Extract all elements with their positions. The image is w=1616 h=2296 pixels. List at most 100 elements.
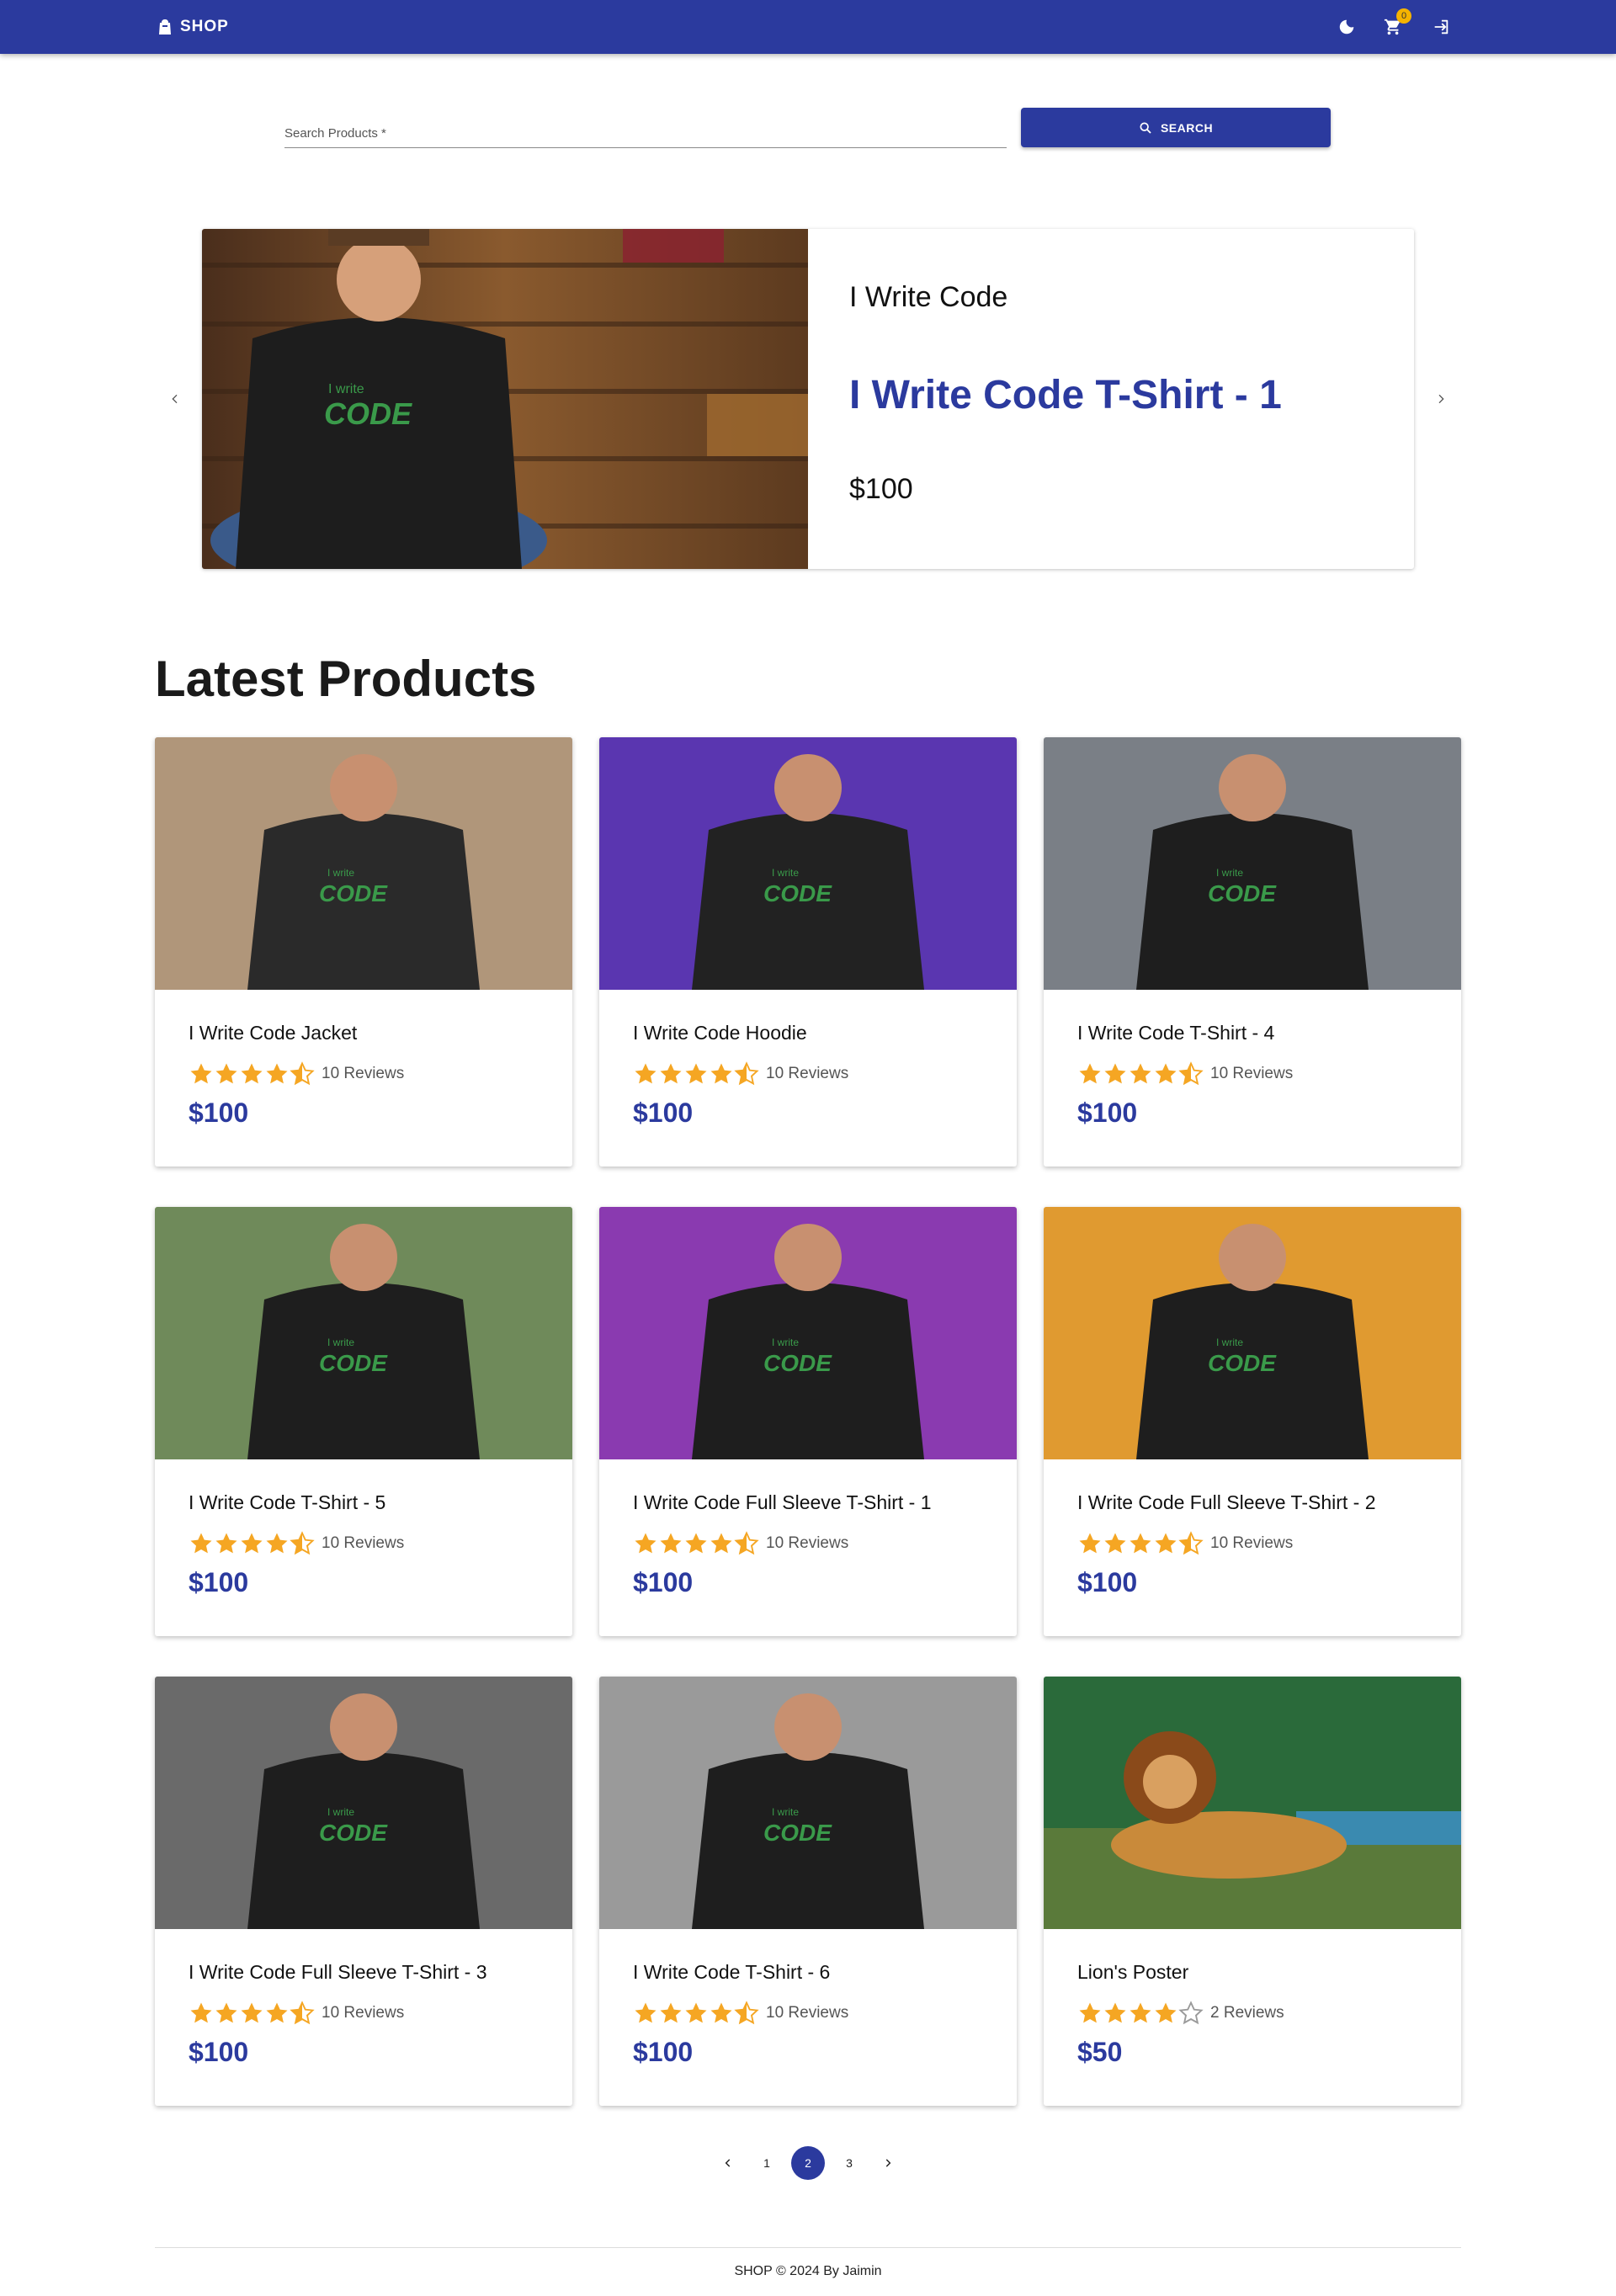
product-price: $100 [633, 1098, 694, 1128]
star-filled-icon [1079, 1063, 1101, 1084]
product-name[interactable]: Lion's Poster [1077, 1961, 1188, 1984]
product-card[interactable]: Lion's Poster 2 Reviews $50 [1044, 1677, 1461, 2106]
search-field[interactable]: Search Products * [284, 118, 1007, 148]
product-name[interactable]: I Write Code Jacket [189, 1022, 357, 1044]
product-rating: 10 Reviews [633, 2001, 848, 2026]
chevron-right-icon [885, 2159, 891, 2167]
svg-text:CODE: CODE [324, 396, 412, 431]
search-button[interactable]: SEARCH [1021, 108, 1331, 147]
product-reviews: 10 Reviews [1210, 1534, 1294, 1552]
svg-text:CODE: CODE [763, 1820, 832, 1846]
page-1-button[interactable]: 1 [752, 2149, 781, 2177]
page-2-button[interactable]: 2 [791, 2146, 825, 2180]
product-price: $100 [1077, 1567, 1138, 1597]
login-icon [1434, 19, 1449, 35]
star-filled-icon [1155, 1063, 1177, 1084]
brand-link[interactable]: SHOP [158, 17, 229, 37]
carousel-next-button[interactable] [1429, 387, 1453, 411]
featured-product-price: $100 [849, 473, 913, 505]
product-card[interactable]: I write CODE I Write Code Hoodie 10 Review… [599, 737, 1017, 1167]
shop-logo-icon [159, 19, 171, 35]
product-price: $100 [633, 2037, 694, 2067]
star-filled-icon [190, 1533, 212, 1554]
product-name[interactable]: I Write Code T-Shirt - 6 [633, 1961, 830, 1984]
product-card[interactable]: I write CODE I Write Code T-Shirt - 6 10 R… [599, 1677, 1017, 2106]
product-card[interactable]: I write CODE I Write Code T-Shirt - 5 10 R… [155, 1207, 572, 1636]
product-name[interactable]: I Write Code Full Sleeve T-Shirt - 1 [633, 1491, 932, 1514]
section-title: Latest Products [155, 651, 537, 707]
featured-product-title[interactable]: I Write Code T-Shirt - 1 [849, 372, 1282, 418]
star-filled-icon [635, 1533, 656, 1554]
star-filled-icon [266, 1063, 288, 1084]
product-image[interactable]: I write CODE [599, 1677, 1017, 1929]
star-filled-icon [241, 2002, 263, 2023]
page-3-button[interactable]: 3 [835, 2149, 864, 2177]
product-name[interactable]: I Write Code Hoodie [633, 1022, 807, 1044]
svg-text:CODE: CODE [763, 880, 832, 906]
star-filled-icon [1104, 1063, 1126, 1084]
product-image[interactable] [1044, 1677, 1461, 1929]
product-card[interactable]: I write CODE I Write Code Full Sleeve T-S… [599, 1207, 1017, 1636]
svg-text:CODE: CODE [1208, 880, 1277, 906]
product-rating: 10 Reviews [189, 1531, 404, 1556]
footer-text: SHOP © 2024 By Jaimin [734, 2264, 882, 2278]
svg-text:CODE: CODE [319, 880, 388, 906]
carousel-prev-button[interactable] [163, 387, 187, 411]
star-half-icon [734, 1061, 759, 1086]
login-button[interactable] [1429, 15, 1453, 39]
product-card[interactable]: I write CODE I Write Code T-Shirt - 4 10 R… [1044, 737, 1461, 1167]
star-half-icon [1178, 1531, 1204, 1555]
product-image[interactable]: I write CODE [155, 737, 572, 990]
moon-icon [1339, 19, 1354, 35]
footer-divider [155, 2247, 1461, 2248]
brand-name: SHOP [180, 18, 229, 35]
product-price: $100 [189, 1098, 249, 1128]
pagination-next-button[interactable] [874, 2149, 902, 2177]
cart-button[interactable]: 0 [1381, 8, 1411, 39]
featured-product-card[interactable]: I write CODE I Write Code I Write Code T… [202, 229, 1414, 569]
product-reviews: 10 Reviews [766, 2004, 849, 2022]
product-image[interactable]: I write CODE [599, 1207, 1017, 1459]
product-image[interactable]: I write CODE [599, 737, 1017, 990]
product-reviews: 10 Reviews [322, 2004, 405, 2022]
product-rating: 10 Reviews [1077, 1061, 1293, 1087]
star-filled-icon [241, 1063, 263, 1084]
product-name[interactable]: I Write Code T-Shirt - 5 [189, 1491, 385, 1514]
product-image[interactable]: I write CODE [155, 1207, 572, 1459]
product-rating: 10 Reviews [633, 1531, 848, 1556]
product-name[interactable]: I Write Code Full Sleeve T-Shirt - 2 [1077, 1491, 1376, 1514]
search-input[interactable] [284, 118, 1007, 147]
product-image[interactable]: I write CODE [1044, 737, 1461, 990]
product-card[interactable]: I write CODE I Write Code Full Sleeve T-S… [1044, 1207, 1461, 1636]
svg-text:I write: I write [772, 1337, 799, 1348]
product-image[interactable]: I write CODE [1044, 1207, 1461, 1459]
star-half-icon [290, 2001, 315, 2025]
chevron-left-icon [725, 2159, 731, 2167]
star-filled-icon [190, 1063, 212, 1084]
star-filled-icon [710, 1063, 732, 1084]
chevron-right-icon [1438, 394, 1444, 404]
product-name[interactable]: I Write Code T-Shirt - 4 [1077, 1022, 1274, 1044]
product-image[interactable]: I write CODE [155, 1677, 572, 1929]
search-icon [1140, 121, 1151, 134]
app-bar: SHOP 0 [0, 0, 1616, 54]
product-name[interactable]: I Write Code Full Sleeve T-Shirt - 3 [189, 1961, 487, 1984]
svg-text:I write: I write [1216, 867, 1243, 879]
pagination-prev-button[interactable] [714, 2149, 742, 2177]
star-filled-icon [1079, 1533, 1101, 1554]
star-half-icon [290, 1531, 315, 1555]
dark-mode-toggle[interactable] [1335, 15, 1358, 39]
star-half-icon [290, 1061, 315, 1086]
star-filled-icon [635, 2002, 656, 2023]
svg-text:I write: I write [327, 1806, 354, 1818]
star-filled-icon [1155, 1533, 1177, 1554]
star-filled-icon [215, 1063, 237, 1084]
product-price: $50 [1077, 2037, 1123, 2067]
star-filled-icon [685, 1533, 707, 1554]
svg-text:CODE: CODE [1208, 1350, 1277, 1376]
product-rating: 2 Reviews [1077, 2001, 1284, 2026]
product-card[interactable]: I write CODE I Write Code Jacket 10 Review… [155, 737, 572, 1167]
product-rating: 10 Reviews [189, 2001, 404, 2026]
product-card[interactable]: I write CODE I Write Code Full Sleeve T-S… [155, 1677, 572, 2106]
star-filled-icon [1104, 1533, 1126, 1554]
